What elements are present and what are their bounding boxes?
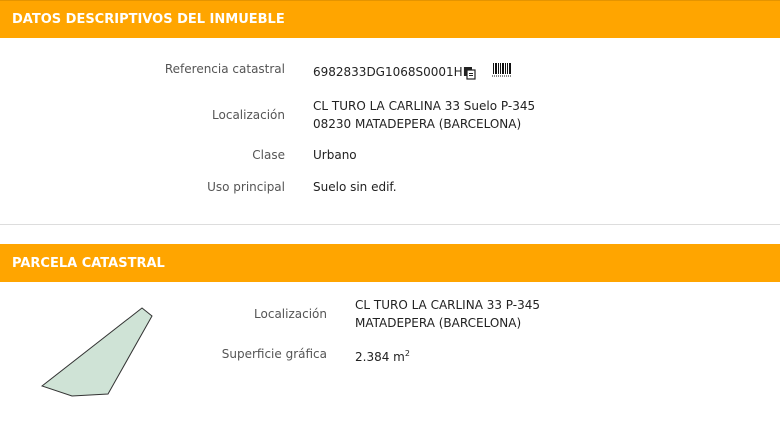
referencia-value: 6982833DG1068S0001HR: [313, 65, 472, 79]
uso-label: Uso principal: [207, 180, 285, 194]
section-header-inmueble: DATOS DESCRIPTIVOS DEL INMUEBLE: [0, 0, 780, 38]
localizacion-line1: CL TURO LA CARLINA 33 Suelo P-345: [313, 99, 536, 113]
localizacion-label: Localización: [212, 108, 285, 122]
copy-icon[interactable]: [463, 65, 477, 84]
superficie-number: 2.384 m: [355, 350, 405, 364]
section-divider: [0, 224, 780, 225]
parcela-localizacion-label: Localización: [254, 307, 327, 321]
parcela-localizacion-line2: MATADEPERA (BARCELONA): [355, 316, 522, 330]
section-title-inmueble: DATOS DESCRIPTIVOS DEL INMUEBLE: [12, 12, 285, 27]
uso-value: Suelo sin edif.: [313, 180, 397, 194]
parcel-shape[interactable]: [38, 306, 158, 402]
clase-label: Clase: [252, 148, 285, 162]
barcode-icon[interactable]: [492, 62, 512, 82]
superficie-unit-exponent: 2: [404, 349, 410, 358]
clase-value: Urbano: [313, 148, 357, 162]
localizacion-line2: 08230 MATADEPERA (BARCELONA): [313, 117, 522, 131]
superficie-value: 2.384 m2: [355, 345, 410, 366]
section-title-parcela: PARCELA CATASTRAL: [12, 255, 165, 271]
parcela-localizacion-line1: CL TURO LA CARLINA 33 P-345: [355, 298, 541, 312]
section-header-parcela: PARCELA CATASTRAL: [0, 244, 780, 282]
superficie-label: Superficie gráfica: [221, 347, 327, 361]
referencia-label: Referencia catastral: [164, 62, 285, 76]
